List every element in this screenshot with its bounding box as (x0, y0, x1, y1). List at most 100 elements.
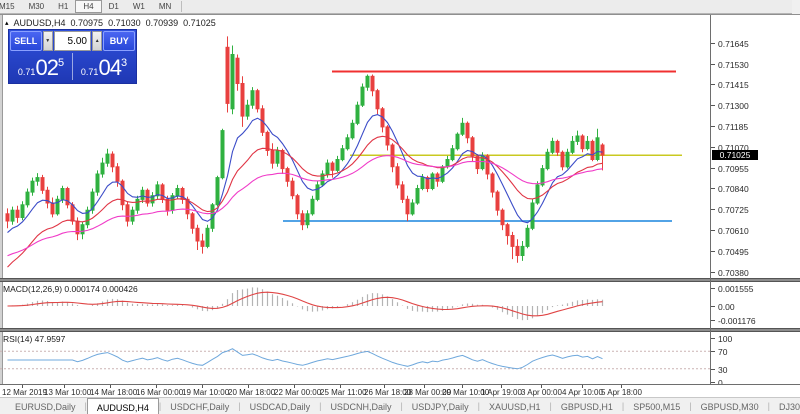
axis-tick-mark (711, 369, 715, 370)
price-tick: 0.70380 (718, 268, 749, 278)
rsi-tick: 100 (718, 334, 732, 344)
rsi-pane[interactable]: RSI(14) 47.9597 (0, 332, 710, 384)
timeframe-button-m15[interactable]: M15 (0, 0, 22, 13)
timeframe-button-mn[interactable]: MN (152, 0, 178, 13)
ohlc-low: 0.70939 (146, 18, 179, 28)
rsi-chart (0, 332, 710, 384)
one-click-trade-panel: SELL ▼ ▲ BUY 0.71025 0.71043 (8, 29, 137, 84)
axis-tick-mark (711, 320, 715, 321)
timeframe-toolbar: M15M30H1H4D1W1MN (0, 0, 792, 14)
sell-button[interactable]: SELL (10, 31, 42, 51)
timeframe-button-w1[interactable]: W1 (126, 0, 152, 13)
axis-tick-mark (711, 84, 715, 85)
price-tick: 0.70840 (718, 184, 749, 194)
timeframe-button-d1[interactable]: D1 (102, 0, 126, 13)
axis-tick-mark (711, 64, 715, 65)
macd-tick: -0.001176 (718, 316, 756, 326)
axis-tick-mark (711, 338, 715, 339)
axis-tick-mark (711, 126, 715, 127)
price-tick: 0.70725 (718, 205, 749, 215)
spin-down-icon: ▼ (45, 38, 50, 44)
volume-input[interactable] (54, 31, 91, 51)
chart-tab-usdjpy-daily[interactable]: USDJPY,Daily (403, 398, 478, 414)
axis-tick-mark (711, 306, 715, 307)
axis-tick-mark (711, 147, 715, 148)
time-label: 14 Mar 18:00 (90, 388, 137, 397)
axis-tick-mark (711, 251, 715, 252)
price-tick: 0.70610 (718, 226, 749, 236)
macd-tick: 0.00 (718, 302, 735, 312)
volume-decrease-button[interactable]: ▼ (43, 31, 53, 51)
chart-tab-gbpusd-h1[interactable]: GBPUSD,H1 (552, 398, 622, 414)
macd-pane[interactable]: MACD(12,26,9) 0.000174 0.000426 (0, 282, 710, 328)
axis-tick-mark (711, 209, 715, 210)
chart-tab-usdcnh-daily[interactable]: USDCNH,Daily (321, 398, 400, 414)
axis-tick-mark (711, 230, 715, 231)
buy-button[interactable]: BUY (103, 31, 135, 51)
bid-price[interactable]: 0.71025 (10, 51, 72, 82)
price-tick: 0.71300 (718, 101, 749, 111)
time-label: 13 Mar 10:00 (44, 388, 91, 397)
macd-label: MACD(12,26,9) 0.000174 0.000426 (3, 284, 138, 294)
bid-prefix: 0.71 (18, 67, 36, 77)
axis-border (710, 15, 711, 384)
price-tick: 0.71645 (718, 39, 749, 49)
timeframe-button-m30[interactable]: M30 (22, 0, 52, 13)
rsi-tick: 70 (718, 347, 727, 357)
chart-tab-xauusd-h1[interactable]: XAUUSD,H1 (480, 398, 550, 414)
timeframe-button-h1[interactable]: H1 (51, 0, 75, 13)
toolbar-separator (181, 1, 182, 12)
time-label: 20 Mar 18:00 (228, 388, 275, 397)
ask-pipette: 3 (121, 57, 127, 69)
spin-up-icon: ▲ (95, 38, 100, 44)
collapse-panel-icon[interactable]: ▴ (5, 19, 9, 27)
ohlc-high: 0.71030 (108, 18, 141, 28)
time-label: 1 Apr 19:00 (481, 388, 522, 397)
time-axis[interactable]: 12 Mar 201913 Mar 10:0014 Mar 18:0016 Ma… (0, 384, 800, 398)
chart-tab-bar: EURUSD,Daily|AUDUSD,H4|USDCHF,Daily|USDC… (0, 397, 800, 414)
chart-title: ▴ AUDUSD,H4 0.70975 0.71030 0.70939 0.71… (5, 18, 216, 28)
chart-tab-eurusd-daily[interactable]: EURUSD,Daily (6, 398, 85, 414)
bid-big-digits: 02 (35, 57, 57, 79)
chart-symbol: AUDUSD,H4 (14, 18, 66, 28)
price-tick: 0.71185 (718, 122, 748, 132)
rsi-label: RSI(14) 47.9597 (3, 334, 65, 344)
volume-increase-button[interactable]: ▲ (92, 31, 102, 51)
trading-platform-window: M15M30H1H4D1W1MN ▴ AUDUSD,H4 0.70975 0.7… (0, 0, 800, 414)
time-label: 5 Apr 18:00 (601, 388, 642, 397)
axis-tick-mark (711, 272, 715, 273)
chart-tab-gbpusd-m30[interactable]: GBPUSD,M30 (692, 398, 768, 414)
axis-tick-mark (711, 351, 715, 352)
time-label: 16 Mar 00:00 (136, 388, 183, 397)
chart-tab-dj30-h4[interactable]: DJ30,H4 (770, 398, 800, 414)
chart-tab-sp500-m15[interactable]: SP500,M15 (624, 398, 689, 414)
time-label: 25 Mar 11:00 (320, 388, 367, 397)
chart-tab-usdcad-daily[interactable]: USDCAD,Daily (241, 398, 320, 414)
price-axis[interactable]: 0.716450.715300.714150.713000.711850.710… (711, 15, 800, 278)
price-tick: 0.70955 (718, 164, 749, 174)
ask-big-digits: 04 (98, 57, 120, 79)
time-label: 4 Apr 10:00 (562, 388, 603, 397)
bid-pipette: 5 (58, 57, 64, 69)
current-price-tag: 0.71025 (712, 150, 758, 160)
ohlc-close: 0.71025 (183, 18, 216, 28)
price-tick: 0.70495 (718, 247, 749, 257)
rsi-tick: 30 (718, 365, 727, 375)
ask-prefix: 0.71 (81, 67, 99, 77)
axis-tick-mark (711, 288, 715, 289)
ohlc-open: 0.70975 (71, 18, 104, 28)
price-tick: 0.71415 (718, 80, 749, 90)
time-label: 22 Mar 00:00 (274, 388, 321, 397)
axis-tick-mark (711, 105, 715, 106)
macd-axis: 0.001555 0.00 -0.001176 (711, 282, 800, 328)
chart-window: ▴ AUDUSD,H4 0.70975 0.71030 0.70939 0.71… (0, 14, 800, 397)
macd-tick: 0.001555 (718, 284, 753, 294)
time-label: 3 Apr 00:00 (521, 388, 562, 397)
axis-tick-mark (711, 382, 715, 383)
chart-tab-usdchf-daily[interactable]: USDCHF,Daily (161, 398, 238, 414)
chart-tab-audusd-h4[interactable]: AUDUSD,H4 (87, 398, 159, 414)
axis-tick-mark (711, 168, 715, 169)
time-label: 19 Mar 10:00 (182, 388, 229, 397)
ask-price[interactable]: 0.71043 (73, 51, 135, 82)
timeframe-button-h4[interactable]: H4 (75, 0, 101, 13)
